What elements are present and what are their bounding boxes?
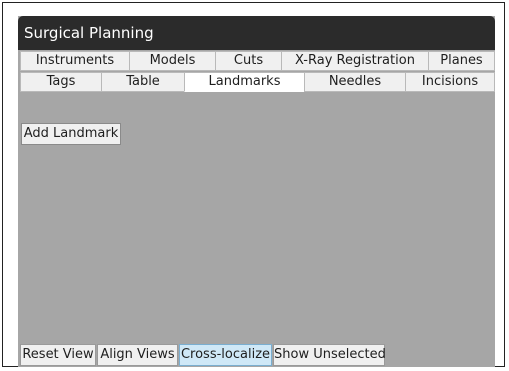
tab-landmarks[interactable]: Landmarks: [184, 72, 305, 92]
align-views-button[interactable]: Align Views: [97, 344, 178, 366]
panel-title: Surgical Planning: [18, 16, 495, 50]
tab-instruments[interactable]: Instruments: [20, 51, 130, 71]
tab-tags[interactable]: Tags: [20, 72, 102, 92]
cross-localize-button[interactable]: Cross-localize: [179, 344, 272, 366]
window-frame: Surgical Planning Instruments Models Cut…: [2, 2, 505, 367]
add-landmark-button[interactable]: Add Landmark: [21, 123, 121, 145]
tab-models[interactable]: Models: [129, 51, 216, 71]
tab-x-ray-registration[interactable]: X-Ray Registration: [281, 51, 429, 71]
show-unselected-button[interactable]: Show Unselected: [273, 344, 386, 366]
surgical-planning-panel: Surgical Planning Instruments Models Cut…: [18, 16, 495, 367]
tab-incisions[interactable]: Incisions: [405, 72, 495, 92]
tab-row-2: Tags Table Landmarks Needles Incisions: [20, 72, 495, 92]
reset-view-button[interactable]: Reset View: [20, 344, 96, 366]
tab-needles[interactable]: Needles: [304, 72, 406, 92]
tab-cuts[interactable]: Cuts: [215, 51, 282, 71]
tab-planes[interactable]: Planes: [428, 51, 495, 71]
tab-row-1: Instruments Models Cuts X-Ray Registrati…: [20, 51, 495, 71]
bottom-toolbar: Reset View Align Views Cross-localize Sh…: [20, 344, 495, 366]
tab-table[interactable]: Table: [101, 72, 185, 92]
